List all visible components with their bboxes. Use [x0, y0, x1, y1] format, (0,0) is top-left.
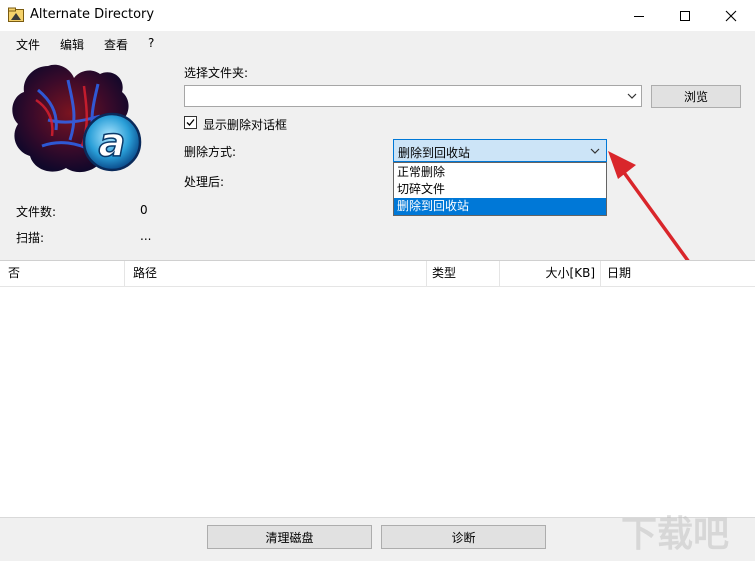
maximize-button[interactable]: [662, 0, 708, 31]
delete-mode-option-normal[interactable]: 正常删除: [394, 164, 606, 181]
column-header-type[interactable]: 类型: [427, 261, 500, 286]
select-folder-label: 选择文件夹:: [184, 66, 249, 80]
delete-mode-value: 删除到回收站: [398, 146, 471, 160]
show-delete-dialog-checkbox[interactable]: [184, 116, 197, 129]
delete-mode-dropdown: 正常删除 切碎文件 删除到回收站: [393, 162, 607, 216]
delete-mode-option-shred[interactable]: 切碎文件: [394, 181, 606, 198]
menu-view[interactable]: 查看: [104, 36, 128, 53]
column-header-no[interactable]: 否: [0, 261, 125, 286]
menu-edit[interactable]: 编辑: [60, 36, 84, 53]
close-icon: [725, 10, 737, 21]
watermark-text: 下载吧: [621, 514, 729, 554]
annotation-arrow-icon: [608, 151, 696, 271]
delete-mode-combobox[interactable]: 删除到回收站: [393, 139, 607, 162]
file-count-value: 0: [140, 203, 148, 217]
column-header-path[interactable]: 路径: [125, 261, 427, 286]
checkmark-icon: [186, 119, 195, 126]
delete-mode-option-recycle[interactable]: 删除到回收站: [394, 198, 606, 215]
browse-button[interactable]: 浏览: [651, 85, 741, 108]
app-logo: a: [8, 60, 146, 186]
scan-label: 扫描:: [16, 231, 45, 245]
column-header-size[interactable]: 大小[KB]: [500, 261, 601, 286]
file-count-label: 文件数:: [16, 205, 57, 219]
menu-file[interactable]: 文件: [16, 36, 40, 53]
app-icon: [8, 7, 24, 23]
menu-help[interactable]: ?: [148, 36, 154, 50]
after-process-label: 处理后:: [184, 175, 225, 189]
chevron-down-icon[interactable]: [625, 89, 639, 103]
show-delete-dialog-label: 显示删除对话框: [203, 118, 288, 132]
file-list-header: 否 路径 类型 大小[KB] 日期: [0, 261, 755, 287]
column-header-date[interactable]: 日期: [601, 261, 755, 286]
scan-value: ...: [140, 229, 152, 243]
minimize-button[interactable]: [616, 0, 662, 31]
clean-disk-button[interactable]: 清理磁盘: [207, 525, 372, 549]
minimize-icon: [634, 15, 644, 17]
diagnose-button[interactable]: 诊断: [381, 525, 546, 549]
folder-path-combobox[interactable]: [184, 85, 642, 107]
window-title: Alternate Directory: [30, 7, 155, 22]
maximize-icon: [680, 10, 690, 21]
close-button[interactable]: [708, 0, 754, 31]
delete-mode-label: 删除方式:: [184, 145, 237, 159]
svg-text:a: a: [99, 120, 126, 166]
file-list[interactable]: 否 路径 类型 大小[KB] 日期: [0, 260, 755, 518]
watermark-logo: 下载吧: [605, 508, 745, 555]
